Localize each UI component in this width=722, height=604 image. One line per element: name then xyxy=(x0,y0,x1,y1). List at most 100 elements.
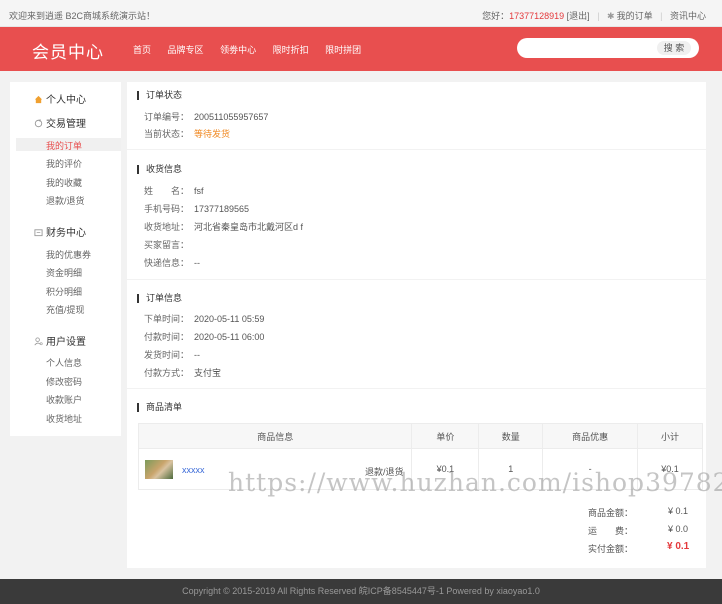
search-button[interactable]: 搜 索 xyxy=(657,41,691,55)
section-divider xyxy=(127,279,706,280)
pay-time-label: 付款时间： xyxy=(144,332,190,342)
order-time-row: 下单时间： 2020-05-11 05:59 xyxy=(144,312,264,325)
product-name-link[interactable]: xxxxx xyxy=(182,465,205,475)
top-bar-links: 您好：17377128919 [退出] | ✱ 我的订单 | 资讯中心 xyxy=(482,9,706,22)
receiver-address-label: 收货地址： xyxy=(144,222,190,232)
shipping-fee-value: ¥ 0.0 xyxy=(668,524,689,534)
order-time-label: 下单时间： xyxy=(144,314,190,324)
col-header-subtotal: 小计 xyxy=(637,423,703,449)
sidebar-item-favorites[interactable]: 我的收藏 xyxy=(46,176,82,189)
user-settings-icon xyxy=(34,337,43,346)
col-header-discount: 商品优惠 xyxy=(542,423,639,449)
buyer-message-row: 买家留言： xyxy=(144,238,194,251)
order-number-value: 200511055957657 xyxy=(194,112,269,122)
ship-time-row: 发货时间： -- xyxy=(144,348,200,361)
divider: | xyxy=(660,11,663,21)
receiver-address-value: 河北省秦皇岛市北戴河区d f xyxy=(194,222,304,232)
refresh-icon xyxy=(34,119,43,128)
pay-method-row: 付款方式： 支付宝 xyxy=(144,366,221,379)
product-thumbnail[interactable] xyxy=(145,460,173,479)
status-badge: 等待发货 xyxy=(194,129,231,139)
sidebar-item-points-details[interactable]: 积分明细 xyxy=(46,285,82,298)
member-center-logo[interactable]: 会员中心 xyxy=(32,38,104,63)
pay-time-value: 2020-05-11 06:00 xyxy=(194,332,265,342)
express-info-row: 快递信息： -- xyxy=(144,256,200,269)
express-info-value: -- xyxy=(194,258,200,268)
nav-brand-zone[interactable]: 品牌专区 xyxy=(168,45,204,55)
nav-home[interactable]: 首页 xyxy=(133,45,151,55)
section-title-order-info: 订单信息 xyxy=(137,294,182,303)
section-title-receiver: 收货信息 xyxy=(137,165,182,174)
nav-group-buy[interactable]: 限时拼团 xyxy=(325,45,361,55)
pay-method-value: 支付宝 xyxy=(194,368,222,378)
copyright-text: Copyright © 2015-2019 All Rights Reserve… xyxy=(182,586,540,596)
col-header-quantity: 数量 xyxy=(478,423,544,449)
receiver-name-label: 姓 名： xyxy=(144,186,190,196)
wallet-icon xyxy=(34,229,43,237)
order-time-value: 2020-05-11 05:59 xyxy=(194,314,265,324)
sidebar-group-label: 个人中心 xyxy=(46,95,86,106)
sidebar-group-finance: 财务中心 xyxy=(34,224,86,239)
star-icon: ✱ xyxy=(607,11,615,21)
my-orders-link[interactable]: 我的订单 xyxy=(617,11,653,21)
sidebar-item-my-orders[interactable]: 我的订单 xyxy=(46,139,82,152)
sidebar-personal-center[interactable]: 个人中心 xyxy=(34,91,86,106)
nav-flash-discount[interactable]: 限时折扣 xyxy=(273,45,309,55)
sidebar-item-my-coupons[interactable]: 我的优惠券 xyxy=(46,248,91,261)
search-input[interactable] xyxy=(527,41,657,55)
news-center-link[interactable]: 资讯中心 xyxy=(670,11,706,21)
pay-time-row: 付款时间： 2020-05-11 06:00 xyxy=(144,330,264,343)
paid-amount-label: 实付金额： xyxy=(588,544,634,554)
ship-time-value: -- xyxy=(194,350,200,360)
col-header-goods-info: 商品信息 xyxy=(137,423,413,449)
watermark-text: https://www.huzhan.com/ishop39782 xyxy=(228,468,722,497)
paid-amount-value: ¥ 0.1 xyxy=(667,541,690,552)
receiver-name-row: 姓 名： fsf xyxy=(144,184,204,197)
status-label: 当前状态： xyxy=(144,129,190,139)
shipping-fee-label: 运 费： xyxy=(588,526,634,536)
section-divider xyxy=(127,149,706,150)
sidebar-group-label: 交易管理 xyxy=(46,119,86,130)
section-divider xyxy=(127,388,706,389)
goods-table-header: 商品信息 单价 数量 商品优惠 小计 xyxy=(137,423,703,449)
receiver-phone-row: 手机号码： 17377189565 xyxy=(144,202,249,215)
order-number-row: 订单编号： 200511055957657 xyxy=(144,110,268,123)
nav-coupon-center[interactable]: 领劵中心 xyxy=(220,45,256,55)
divider: | xyxy=(597,11,600,21)
home-icon xyxy=(34,95,43,104)
search-box: 搜 索 xyxy=(517,38,699,58)
receiver-address-row: 收货地址： 河北省秦皇岛市北戴河区d f xyxy=(144,220,303,233)
sidebar-item-refunds[interactable]: 退款/退货 xyxy=(46,194,85,207)
section-title-goods: 商品清单 xyxy=(137,403,182,412)
col-header-unit-price: 单价 xyxy=(411,423,480,449)
goods-amount-value: ¥ 0.1 xyxy=(668,506,689,516)
sidebar-item-payee-account[interactable]: 收款账户 xyxy=(46,393,82,406)
welcome-text: 欢迎来到逍遥 B2C商城系统演示站！ xyxy=(9,11,156,21)
sidebar-item-recharge-withdraw[interactable]: 充值/提现 xyxy=(46,303,85,316)
main-nav: 首页 品牌专区 领劵中心 限时折扣 限时拼团 xyxy=(133,43,375,56)
receiver-phone-value: 17377189565 xyxy=(194,204,250,214)
sidebar-item-my-reviews[interactable]: 我的评价 xyxy=(46,157,82,170)
buyer-message-label: 买家留言： xyxy=(144,240,190,250)
receiver-name-value: fsf xyxy=(194,186,204,196)
sidebar-group-label: 财务中心 xyxy=(46,228,86,239)
sidebar-item-profile[interactable]: 个人信息 xyxy=(46,356,82,369)
sidebar-item-change-password[interactable]: 修改密码 xyxy=(46,375,82,388)
sidebar-item-fund-details[interactable]: 资金明细 xyxy=(46,266,82,279)
order-status-row: 当前状态： 等待发货 xyxy=(144,127,230,140)
sidebar-group-user: 用户设置 xyxy=(34,333,86,348)
top-bar: 欢迎来到逍遥 B2C商城系统演示站！ 您好：17377128919 [退出] |… xyxy=(0,0,722,27)
greeting-text: 您好： xyxy=(482,11,510,21)
sidebar-group-trade: 交易管理 xyxy=(34,115,86,130)
pay-method-label: 付款方式： xyxy=(144,368,190,378)
receiver-phone-label: 手机号码： xyxy=(144,204,190,214)
logout-link[interactable]: [退出] xyxy=(567,11,590,21)
footer: Copyright © 2015-2019 All Rights Reserve… xyxy=(0,579,722,604)
user-phone-link[interactable]: 17377128919 xyxy=(509,11,564,21)
ship-time-label: 发货时间： xyxy=(144,350,190,360)
sidebar-item-shipping-address[interactable]: 收货地址 xyxy=(46,412,82,425)
express-info-label: 快递信息： xyxy=(144,258,190,268)
header: 会员中心 首页 品牌专区 领劵中心 限时折扣 限时拼团 搜 索 xyxy=(0,27,722,71)
sidebar: 个人中心 交易管理 我的订单 我的评价 我的收藏 退款/退货 财务中心 我的优惠… xyxy=(10,82,121,436)
section-title-order-status: 订单状态 xyxy=(137,91,182,100)
